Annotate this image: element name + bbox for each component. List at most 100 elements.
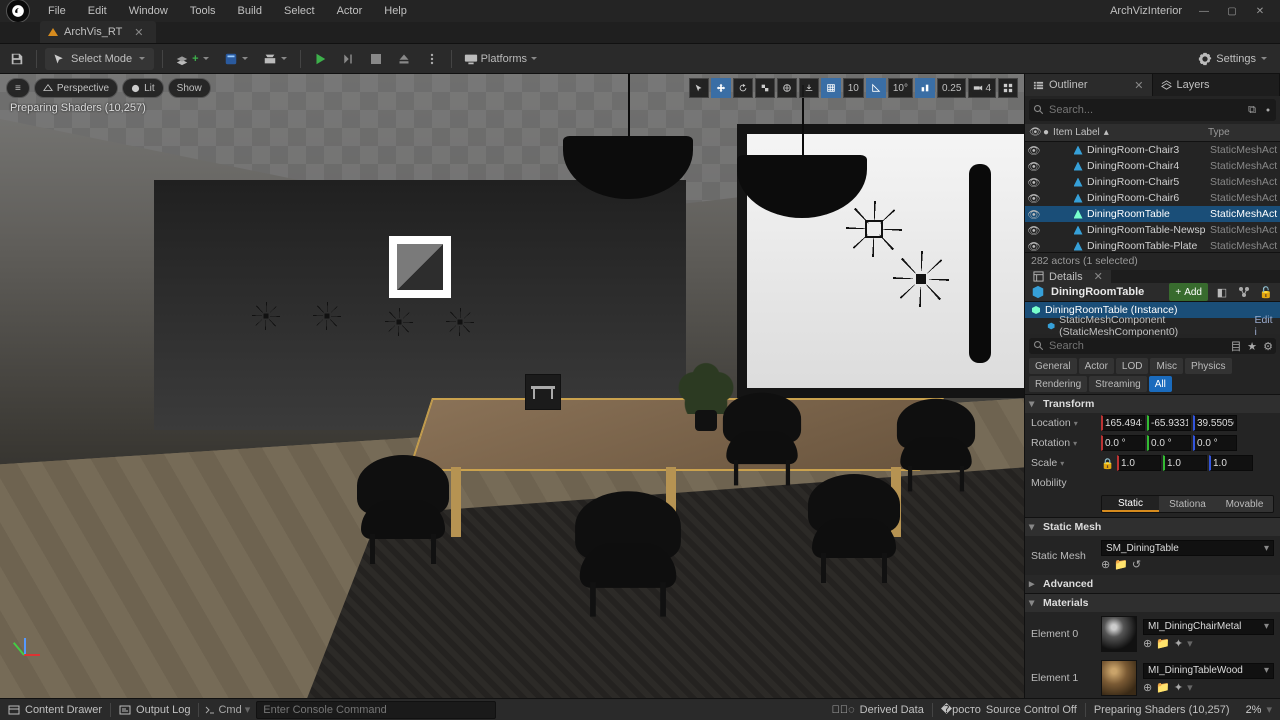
console-command-input[interactable] bbox=[256, 701, 496, 719]
lock-details-icon[interactable]: 🔓 bbox=[1258, 284, 1274, 300]
mobility-static[interactable]: Static bbox=[1102, 496, 1159, 512]
outliner-tab-close-icon[interactable]: ✕ bbox=[1134, 79, 1143, 92]
menu-build[interactable]: Build bbox=[228, 3, 272, 19]
visibility-icon[interactable]: 👁 bbox=[1027, 208, 1041, 221]
angle-snap-toggle[interactable] bbox=[866, 78, 886, 98]
outliner-column-item[interactable]: ● Item Label ▴ bbox=[1043, 127, 1208, 138]
outliner-row[interactable]: 👁DiningRoom-Chair4StaticMeshAct bbox=[1025, 158, 1280, 174]
blueprint-button[interactable] bbox=[220, 48, 253, 70]
visibility-icon[interactable]: 👁 bbox=[1027, 176, 1041, 189]
material-thumbnail[interactable] bbox=[1101, 660, 1137, 696]
scale-y-input[interactable] bbox=[1163, 455, 1207, 471]
asset-use-icon[interactable]: ⊕ bbox=[1143, 637, 1152, 650]
material-thumbnail[interactable] bbox=[1101, 616, 1137, 652]
scale-reset-icon[interactable]: ▾ bbox=[1060, 459, 1064, 468]
mobility-stationa[interactable]: Stationa bbox=[1159, 496, 1216, 512]
menu-file[interactable]: File bbox=[38, 3, 76, 19]
visibility-icon[interactable]: 👁 bbox=[1027, 144, 1041, 157]
add-content-button[interactable]: + bbox=[171, 48, 213, 70]
details-tab-close-icon[interactable]: ✕ bbox=[1094, 270, 1103, 283]
mat-extra-icon[interactable]: ✦ bbox=[1174, 681, 1183, 694]
component-tree[interactable]: DiningRoomTable (Instance) StaticMeshCom… bbox=[1025, 302, 1280, 334]
visibility-icon[interactable]: 👁 bbox=[1027, 160, 1041, 173]
level-tab[interactable]: ArchVis_RT ✕ bbox=[40, 21, 156, 43]
grid-snap-value[interactable]: 10 bbox=[843, 78, 864, 98]
eject-button[interactable] bbox=[393, 48, 415, 70]
cmd-label[interactable]: Cmd▾ bbox=[199, 703, 256, 716]
angle-snap-value[interactable]: 10° bbox=[888, 78, 913, 98]
location-reset-icon[interactable]: ▾ bbox=[1074, 419, 1078, 428]
viewport-lit-button[interactable]: Lit bbox=[122, 78, 164, 98]
visibility-icon[interactable]: 👁 bbox=[1027, 224, 1041, 237]
transform-select-button[interactable] bbox=[689, 78, 709, 98]
mat-extra-icon[interactable]: ✦ bbox=[1174, 637, 1183, 650]
rotation-reset-icon[interactable]: ▾ bbox=[1073, 439, 1077, 448]
details-search-input[interactable] bbox=[1049, 340, 1228, 352]
category-actor[interactable]: Actor bbox=[1079, 358, 1114, 374]
details-favorite-icon[interactable]: ★ bbox=[1244, 338, 1260, 354]
outliner-list[interactable]: 👁DiningRoom-Chair3StaticMeshAct👁DiningRo… bbox=[1025, 142, 1280, 252]
details-settings-icon[interactable]: ⚙ bbox=[1260, 338, 1276, 354]
menu-window[interactable]: Window bbox=[119, 3, 178, 19]
static-mesh-asset-selector[interactable]: SM_DiningTable▾ bbox=[1101, 540, 1274, 556]
asset-use-icon[interactable]: ⊕ bbox=[1143, 681, 1152, 694]
section-advanced-1[interactable]: ▸Advanced bbox=[1025, 575, 1280, 593]
window-maximize-button[interactable]: ▢ bbox=[1218, 2, 1246, 20]
outliner-tab[interactable]: Outliner ✕ bbox=[1025, 74, 1153, 96]
save-button[interactable] bbox=[6, 48, 28, 70]
edit-in-bp-link[interactable]: Edit i bbox=[1254, 314, 1274, 338]
visibility-icon[interactable]: 👁 bbox=[1027, 240, 1041, 253]
viewport-menu-button[interactable]: ≡ bbox=[6, 78, 30, 98]
outliner-row[interactable]: 👁DiningRoomTable-NewspStaticMeshAct bbox=[1025, 222, 1280, 238]
outliner-column-type[interactable]: Type bbox=[1208, 127, 1276, 138]
shader-compile-status[interactable]: Preparing Shaders (10,257) bbox=[1086, 699, 1238, 720]
3d-viewport[interactable]: Preparing Shaders (10,257) bbox=[0, 74, 1024, 698]
viewport-show-button[interactable]: Show bbox=[168, 78, 211, 98]
outliner-row[interactable]: 👁DiningRoomTable-PlateStaticMeshAct bbox=[1025, 238, 1280, 252]
details-search[interactable]: 目 ★ ⚙ bbox=[1029, 338, 1276, 354]
category-streaming[interactable]: Streaming bbox=[1089, 376, 1147, 392]
outliner-filter-add-icon[interactable]: ⧉ bbox=[1244, 102, 1260, 118]
blueprint-edit-icon[interactable] bbox=[1236, 284, 1252, 300]
section-static-mesh-header[interactable]: ▾Static Mesh bbox=[1025, 518, 1280, 536]
menu-edit[interactable]: Edit bbox=[78, 3, 117, 19]
asset-browse-icon[interactable]: 📁 bbox=[1114, 558, 1128, 571]
unreal-logo-icon[interactable] bbox=[6, 0, 30, 23]
outliner-search[interactable]: ⧉ bbox=[1029, 99, 1276, 121]
material-asset-selector[interactable]: MI_DiningChairMetal▾ bbox=[1143, 619, 1274, 635]
menu-tools[interactable]: Tools bbox=[180, 3, 226, 19]
level-close-icon[interactable]: ✕ bbox=[134, 26, 143, 39]
asset-browse-icon[interactable]: 📁 bbox=[1156, 637, 1170, 650]
asset-reset-icon[interactable]: ↺ bbox=[1132, 558, 1141, 571]
scale-lock-icon[interactable]: 🔒 bbox=[1101, 457, 1113, 470]
menu-select[interactable]: Select bbox=[274, 3, 325, 19]
play-button[interactable] bbox=[309, 48, 331, 70]
details-filter-icon[interactable]: 目 bbox=[1228, 338, 1244, 354]
coord-space-button[interactable] bbox=[777, 78, 797, 98]
rotation-x-input[interactable] bbox=[1101, 435, 1145, 451]
window-minimize-button[interactable]: — bbox=[1190, 2, 1218, 20]
component-browse-icon[interactable]: ◧ bbox=[1214, 284, 1230, 300]
scale-snap-toggle[interactable] bbox=[915, 78, 935, 98]
skip-button[interactable] bbox=[337, 48, 359, 70]
axis-gizmo[interactable] bbox=[6, 636, 42, 672]
scale-snap-value[interactable]: 0.25 bbox=[937, 78, 966, 98]
category-all[interactable]: All bbox=[1149, 376, 1172, 392]
visibility-icon[interactable]: 👁 bbox=[1027, 192, 1041, 205]
asset-use-icon[interactable]: ⊕ bbox=[1101, 558, 1110, 571]
transform-rotate-button[interactable] bbox=[733, 78, 753, 98]
category-rendering[interactable]: Rendering bbox=[1029, 376, 1087, 392]
rotation-z-input[interactable] bbox=[1193, 435, 1237, 451]
menu-actor[interactable]: Actor bbox=[327, 3, 373, 19]
camera-speed-button[interactable]: 4 bbox=[968, 78, 996, 98]
sequencer-button[interactable] bbox=[259, 48, 292, 70]
window-close-button[interactable]: ✕ bbox=[1246, 2, 1274, 20]
surface-snap-button[interactable] bbox=[799, 78, 819, 98]
details-tab[interactable]: Details ✕ bbox=[1025, 270, 1111, 283]
outliner-search-input[interactable] bbox=[1049, 104, 1244, 116]
location-y-input[interactable] bbox=[1147, 415, 1191, 431]
category-general[interactable]: General bbox=[1029, 358, 1077, 374]
play-options-button[interactable] bbox=[421, 48, 443, 70]
outliner-row[interactable]: 👁DiningRoom-Chair5StaticMeshAct bbox=[1025, 174, 1280, 190]
source-control-button[interactable]: �росто Source Control Off bbox=[933, 699, 1085, 720]
